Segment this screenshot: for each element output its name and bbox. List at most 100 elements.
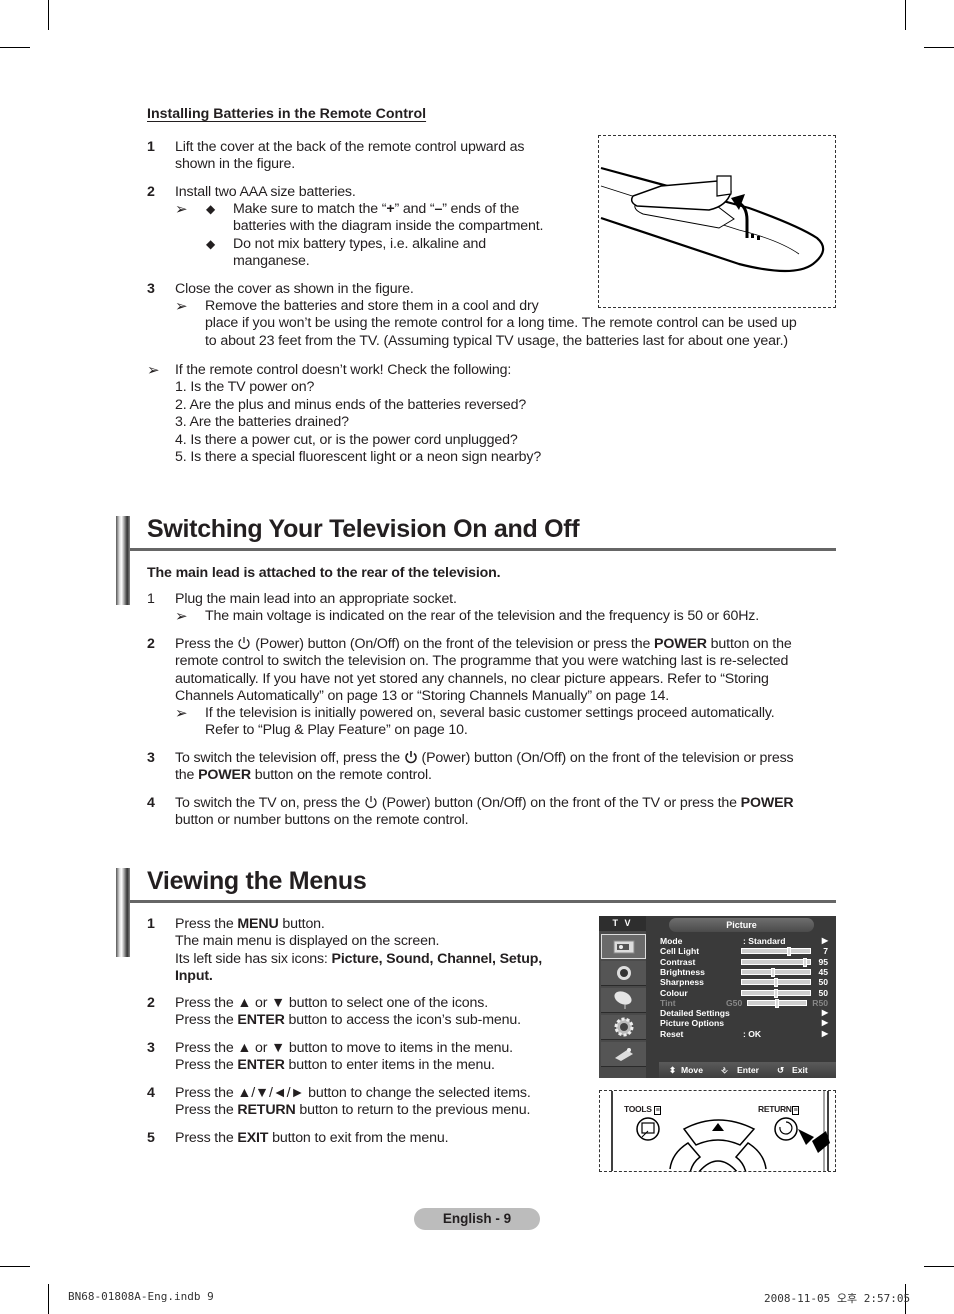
switch-step-1: Plug the main lead into an appropriate s… — [175, 591, 457, 607]
tv-row-value: : OK — [743, 1028, 762, 1039]
return-menu-icon: ≡ — [791, 1106, 800, 1115]
tv-tab: T V — [599, 916, 646, 931]
tv-menu-row[interactable]: Cell Light 7 — [660, 946, 828, 957]
return-label: RETURN ≡ — [758, 1104, 800, 1115]
battery-step-2: Install two AAA size batteries. — [175, 184, 356, 200]
tv-menu-row[interactable]: Brightness 45 — [660, 967, 828, 977]
slider-knob[interactable] — [774, 978, 778, 988]
remote-buttons-figure: TOOLS ≡ RETURN ≡ — [599, 1090, 836, 1172]
crop-mark — [0, 47, 30, 48]
menu-step-1: Press the MENU button. The main menu is … — [175, 916, 543, 985]
tv-row-slider[interactable] — [741, 947, 811, 957]
menu-step-5: Press the EXIT button to exit from the m… — [175, 1130, 449, 1146]
picture-icon — [601, 934, 646, 959]
tools-icon: ≡ — [653, 1106, 662, 1115]
step-number: 2 — [147, 995, 155, 1011]
input-icon — [601, 1042, 646, 1067]
tv-menu-row[interactable]: Tint G50 R50 — [660, 998, 828, 1008]
tv-row-value: 45 — [818, 966, 828, 977]
channel-icon — [601, 988, 646, 1013]
switch-step-4: To switch the TV on, press the (Power) b… — [175, 795, 794, 829]
tv-row-slider[interactable] — [741, 957, 811, 967]
slider-knob[interactable] — [770, 967, 775, 977]
tv-row-slider[interactable] — [741, 978, 811, 988]
battery-cover-figure — [598, 135, 836, 308]
battery-bullet-1: Make sure to match the “+” and “–” ends … — [233, 201, 544, 235]
bullet-diamond-icon: ◆ — [206, 237, 216, 251]
tv-row-slider[interactable] — [741, 967, 811, 977]
tv-menu-row[interactable]: Detailed Settings ▶ — [660, 1008, 828, 1018]
submenu-arrow-icon: ▶ — [821, 1008, 828, 1018]
step-number: 3 — [147, 281, 155, 297]
text-line: shown in the figure. — [175, 156, 296, 173]
check-item: 5. Is there a special fluorescent light … — [175, 449, 542, 466]
move-label: Move — [681, 1065, 703, 1075]
return-icon: ↺ — [777, 1065, 785, 1075]
tv-row-label: Tint — [660, 997, 676, 1008]
section-divider — [130, 900, 836, 903]
menu-step-3: Press the ▲ or ▼ button to move to items… — [175, 1040, 513, 1074]
check-item: 1. Is the TV power on? — [175, 379, 315, 396]
note-arrow-icon: ➢ — [175, 705, 188, 722]
step-number: 1 — [147, 916, 155, 932]
step-number: 1 — [147, 139, 155, 155]
crop-mark — [924, 1266, 954, 1267]
tv-row-value: 50 — [818, 977, 828, 988]
tint-right-label: R50 — [812, 997, 828, 1008]
battery-step-3: Close the cover as shown in the figure. — [175, 281, 414, 297]
main-lead-note: The main lead is attached to the rear of… — [147, 565, 501, 581]
section-bar-decoration — [116, 516, 130, 605]
switch-step-3: To switch the television off, press the … — [175, 750, 794, 784]
file-slug: BN68-01808A-Eng.indb 9 — [68, 1290, 214, 1303]
tv-menu-row[interactable]: Mode : Standard ▶ — [660, 936, 828, 946]
crop-mark — [905, 0, 906, 30]
step-number: 1 — [147, 591, 155, 607]
crop-mark — [0, 1266, 30, 1267]
menu-step-2: Press the ▲ or ▼ button to select one of… — [175, 995, 521, 1029]
print-timestamp: 2008-11-05 오후 2:57:05 — [764, 1292, 911, 1305]
tv-menu-row[interactable]: Picture Options ▶ — [660, 1018, 828, 1028]
step-number: 4 — [147, 1085, 155, 1101]
tools-label: TOOLS ≡ — [624, 1104, 662, 1115]
tv-row-value: 50 — [818, 987, 828, 998]
initial-power-note: If the television is initially powered o… — [205, 705, 775, 739]
slider-knob[interactable] — [775, 998, 779, 1008]
switching-title: Switching Your Television On and Off — [147, 515, 580, 543]
exit-label: Exit — [792, 1065, 808, 1075]
tv-row-label: Picture Options — [660, 1018, 724, 1029]
tv-menu-footer: ⬍ Move ⎀ Enter ↺ Exit — [659, 1062, 836, 1078]
tv-row-label: Colour — [660, 987, 688, 998]
menus-title: Viewing the Menus — [147, 867, 367, 895]
tv-menu-row[interactable]: Contrast 95 — [660, 957, 828, 967]
enter-label: Enter — [737, 1065, 759, 1075]
step-number: 2 — [147, 636, 155, 652]
slider-knob[interactable] — [786, 947, 791, 957]
slider-knob[interactable] — [802, 957, 807, 967]
page-number-badge: English - 9 — [414, 1208, 540, 1230]
submenu-arrow-icon: ▶ — [821, 936, 828, 945]
submenu-arrow-icon: ▶ — [821, 1028, 828, 1038]
enter-icon: ⎀ — [721, 1065, 728, 1075]
switch-step-2: Press the (Power) button (On/Off) on the… — [175, 636, 792, 705]
check-item: 4. Is there a power cut, or is the power… — [175, 431, 518, 448]
move-icon: ⬍ — [669, 1065, 677, 1075]
step-number: 3 — [147, 750, 155, 766]
tv-row-label: Contrast — [660, 956, 696, 967]
tv-row-value: : Standard — [743, 936, 786, 946]
tv-menu-row[interactable]: Sharpness 50 — [660, 977, 828, 988]
tv-row-value: 7 — [823, 946, 828, 957]
slider-knob[interactable] — [774, 988, 778, 998]
voltage-note: The main voltage is indicated on the rea… — [205, 608, 760, 624]
remote-back-illustration — [600, 166, 825, 273]
power-icon — [365, 796, 377, 809]
tv-row-slider[interactable] — [747, 998, 807, 1008]
note-arrow-icon: ➢ — [175, 298, 188, 315]
note-arrow-icon: ➢ — [147, 362, 160, 379]
tv-row-slider[interactable] — [741, 988, 811, 998]
tv-menu-row[interactable]: Colour 50 — [660, 988, 828, 998]
tv-row-label: Mode — [660, 936, 683, 946]
bullet-diamond-icon: ◆ — [206, 202, 216, 216]
tv-row-label: Sharpness — [660, 977, 704, 988]
tv-menu-row[interactable]: Reset: OK ▶ — [660, 1029, 828, 1039]
battery-bullet-2: Do not mix battery types, i.e. alkaline … — [233, 236, 486, 270]
